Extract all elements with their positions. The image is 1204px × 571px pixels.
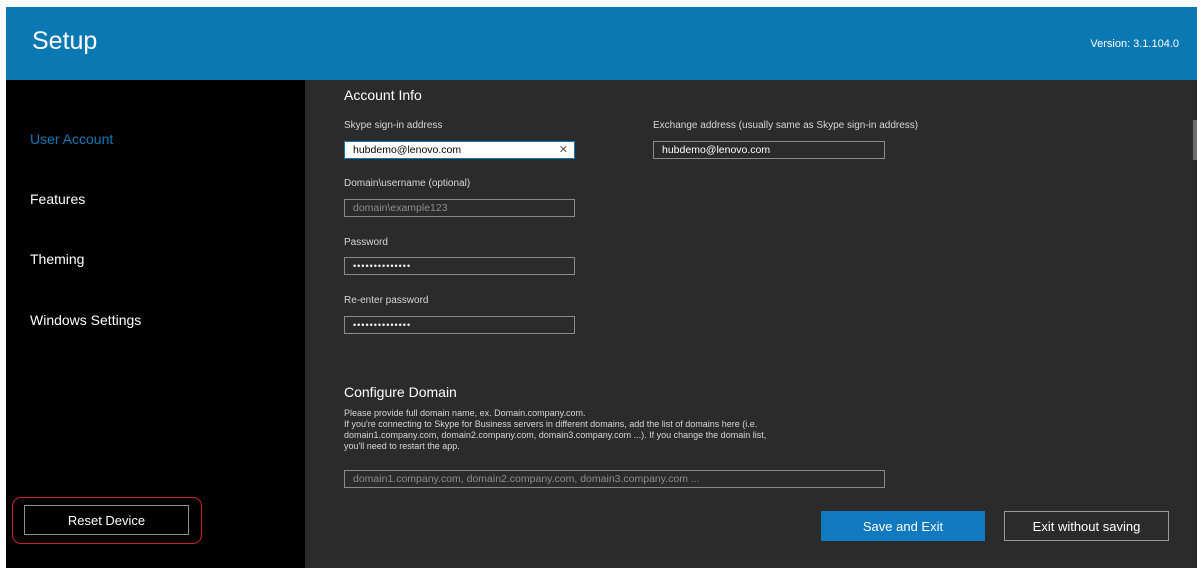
- page-title: Setup: [32, 27, 98, 55]
- skype-signin-value: hubdemo@lenovo.com: [353, 144, 462, 156]
- description-line: Please provide full domain name, ex. Dom…: [344, 408, 586, 418]
- configure-domain-description: Please provide full domain name, ex. Dom…: [344, 408, 944, 452]
- account-info-heading: Account Info: [344, 87, 422, 103]
- sidebar-item-windows-settings[interactable]: Windows Settings: [30, 312, 141, 328]
- clear-icon[interactable]: ✕: [559, 142, 568, 158]
- reenter-password-label: Re-enter password: [344, 295, 429, 306]
- skype-signin-label: Skype sign-in address: [344, 120, 443, 131]
- version-label: Version:: [1090, 38, 1131, 50]
- sidebar: User Account Features Theming Windows Se…: [6, 80, 305, 568]
- password-label: Password: [344, 237, 388, 248]
- exchange-address-value: hubdemo@lenovo.com: [662, 144, 771, 156]
- configure-domain-heading: Configure Domain: [344, 384, 457, 400]
- description-line: you'll need to restart the app.: [344, 441, 460, 451]
- domain-username-label: Domain\username (optional): [344, 178, 471, 189]
- main-panel: Account Info Skype sign-in address hubde…: [305, 80, 1197, 568]
- save-and-exit-button[interactable]: Save and Exit: [821, 511, 985, 541]
- sidebar-item-features[interactable]: Features: [30, 191, 85, 207]
- reset-device-button[interactable]: Reset Device: [24, 505, 189, 535]
- sidebar-item-theming[interactable]: Theming: [30, 251, 84, 267]
- reenter-password-input[interactable]: ••••••••••••••: [344, 316, 575, 334]
- description-line: If you're connecting to Skype for Busine…: [344, 419, 758, 429]
- domains-input[interactable]: domain1.company.com, domain2.company.com…: [344, 470, 885, 488]
- sidebar-item-user-account[interactable]: User Account: [30, 131, 113, 147]
- exchange-address-label: Exchange address (usually same as Skype …: [653, 120, 919, 131]
- domain-username-input[interactable]: domain\example123: [344, 199, 575, 217]
- scrollbar[interactable]: [1192, 80, 1197, 568]
- scrollbar-thumb[interactable]: [1193, 120, 1197, 160]
- skype-signin-input[interactable]: hubdemo@lenovo.com ✕: [344, 141, 575, 159]
- description-line: domain1.company.com, domain2.company.com…: [344, 430, 767, 440]
- domain-username-placeholder: domain\example123: [353, 202, 448, 214]
- domains-placeholder: domain1.company.com, domain2.company.com…: [353, 473, 700, 485]
- setup-window: Setup Version: 3.1.104.0 User Account Fea…: [6, 7, 1197, 568]
- reset-highlight: Reset Device: [12, 497, 202, 544]
- title-bar: Setup Version: 3.1.104.0: [6, 7, 1197, 80]
- password-input[interactable]: ••••••••••••••: [344, 257, 575, 275]
- exchange-address-input[interactable]: hubdemo@lenovo.com: [653, 141, 885, 159]
- password-value: ••••••••••••••: [353, 261, 412, 271]
- version-value: 3.1.104.0: [1133, 38, 1179, 50]
- exit-without-saving-button[interactable]: Exit without saving: [1004, 511, 1169, 541]
- reenter-password-value: ••••••••••••••: [353, 320, 412, 330]
- version-info: Version: 3.1.104.0: [1087, 38, 1179, 50]
